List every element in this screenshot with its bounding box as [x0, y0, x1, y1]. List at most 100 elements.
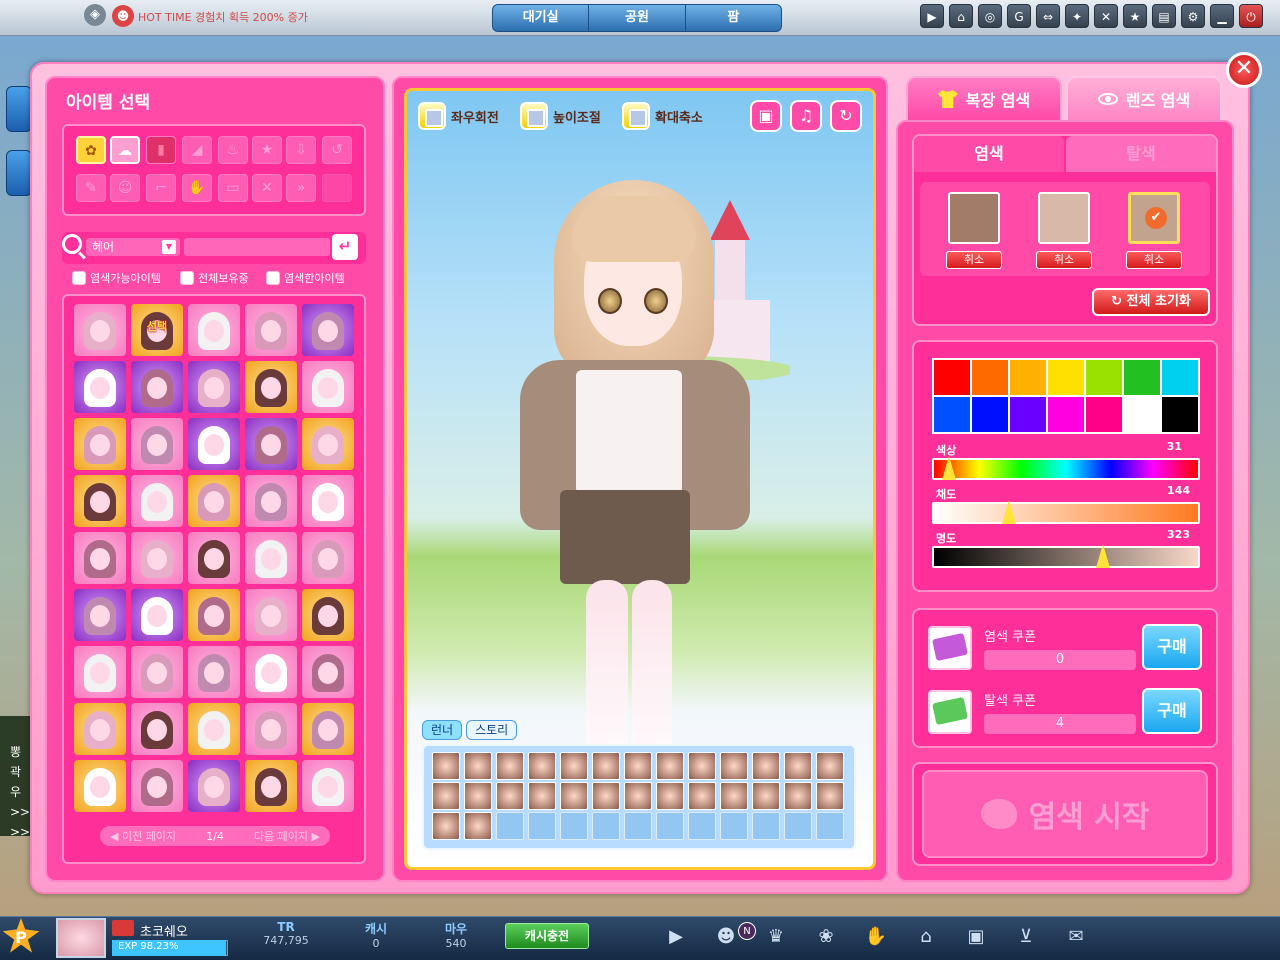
palette-color[interactable] [934, 397, 970, 432]
cancel-button-2[interactable]: 취소 [1036, 251, 1092, 269]
character-portrait[interactable] [720, 752, 748, 780]
tab-runner[interactable]: 런너 [422, 720, 463, 740]
hair-item[interactable] [245, 532, 297, 584]
character-portrait[interactable] [592, 782, 620, 810]
subtab-dye[interactable]: 염색 [914, 136, 1064, 172]
character-portrait[interactable] [656, 752, 684, 780]
minimize-icon[interactable]: ▁ [1210, 4, 1234, 28]
hair-item[interactable] [131, 418, 183, 470]
reset-all-button[interactable]: ↻ 전체 초기화 [1092, 288, 1210, 316]
palette-color[interactable] [1124, 360, 1160, 395]
character-portrait[interactable] [528, 782, 556, 810]
hair-item[interactable] [302, 532, 354, 584]
hair-item[interactable] [74, 361, 126, 413]
height-button[interactable]: 높이조절 [520, 102, 601, 130]
star-icon[interactable]: ✦ [1065, 4, 1089, 28]
power-icon[interactable]: ⏻ [1239, 4, 1263, 28]
hair-item[interactable] [302, 646, 354, 698]
rotate-button[interactable]: 좌우회전 [418, 102, 499, 130]
hair-item[interactable] [245, 475, 297, 527]
character-portrait[interactable] [528, 752, 556, 780]
friends-icon[interactable]: ☻ [712, 923, 740, 951]
close-button[interactable]: ✕ [1226, 52, 1262, 88]
character-portrait[interactable] [592, 752, 620, 780]
hair-item[interactable] [245, 760, 297, 812]
character-portrait[interactable] [816, 782, 844, 810]
character-portrait[interactable] [784, 752, 812, 780]
checkbox[interactable] [72, 271, 86, 285]
buy-dye-coupon-button[interactable]: 구매 [1142, 624, 1202, 670]
hair-item[interactable]: 선택 [131, 304, 183, 356]
hue-slider-thumb[interactable] [942, 456, 956, 480]
hair-item[interactable] [302, 304, 354, 356]
category-hair-icon[interactable]: ✿ [76, 136, 106, 164]
shop-icon[interactable]: ⌂ [949, 4, 973, 28]
hair-item[interactable] [245, 418, 297, 470]
hair-item[interactable] [188, 418, 240, 470]
reset-view-icon[interactable]: ↻ [830, 100, 862, 132]
category-accessory-icon[interactable]: ◢ [182, 136, 212, 164]
hair-item[interactable] [131, 703, 183, 755]
character-portrait[interactable] [464, 782, 492, 810]
hair-item[interactable] [74, 475, 126, 527]
hair-item[interactable] [74, 532, 126, 584]
play-circle-icon[interactable]: ▶ [662, 923, 690, 951]
hue-slider[interactable] [932, 456, 1200, 480]
hair-item[interactable] [188, 703, 240, 755]
character-portrait[interactable] [560, 782, 588, 810]
character-portrait[interactable] [496, 752, 524, 780]
character-portrait[interactable] [784, 782, 812, 810]
character-portrait[interactable] [688, 752, 716, 780]
hair-item[interactable] [74, 304, 126, 356]
cross-icon[interactable]: ✕ [1094, 4, 1118, 28]
filter-owned[interactable]: 전체보유중 [180, 270, 249, 286]
hair-item[interactable] [302, 361, 354, 413]
tab-lobby[interactable]: 대기실 [493, 5, 590, 31]
hair-item[interactable] [131, 760, 183, 812]
category-box-icon[interactable]: ▭ [218, 174, 248, 202]
hair-item[interactable] [245, 589, 297, 641]
bag-icon[interactable]: ▣ [962, 923, 990, 951]
event-star-icon[interactable]: ★ [1123, 4, 1147, 28]
gold-icon[interactable]: ◎ [978, 4, 1002, 28]
hair-item[interactable] [74, 589, 126, 641]
hair-item[interactable] [131, 589, 183, 641]
palette-color[interactable] [1124, 397, 1160, 432]
hair-item[interactable] [131, 361, 183, 413]
category-hair-selected-icon[interactable]: ☁ [110, 136, 140, 164]
tab-farm[interactable]: 팜 [686, 5, 781, 31]
category-star-icon[interactable]: ★ [252, 136, 282, 164]
hair-item[interactable] [188, 589, 240, 641]
hair-item[interactable] [245, 361, 297, 413]
hair-item[interactable] [74, 646, 126, 698]
palette-color[interactable] [1086, 360, 1122, 395]
character-portrait[interactable] [688, 782, 716, 810]
play-icon[interactable]: ▶ [920, 4, 944, 28]
category-leaf-icon[interactable]: ✎ [76, 174, 106, 202]
category-shoe-icon[interactable]: ⌐ [146, 174, 176, 202]
book-icon[interactable]: ▤ [1152, 4, 1176, 28]
brightness-slider[interactable] [932, 544, 1200, 568]
palette-color[interactable] [1162, 360, 1198, 395]
tab-park[interactable]: 공원 [589, 5, 686, 31]
hair-item[interactable] [131, 532, 183, 584]
trophy-icon[interactable]: ♛ [762, 923, 790, 951]
cancel-button-1[interactable]: 취소 [946, 251, 1002, 269]
character-portrait[interactable] [816, 752, 844, 780]
hair-item[interactable] [188, 532, 240, 584]
checkbox[interactable] [180, 271, 194, 285]
category-outfit-icon[interactable]: ▮ [146, 136, 176, 164]
shop-icon[interactable]: ⌂ [912, 923, 940, 951]
character-portrait[interactable] [752, 782, 780, 810]
hair-item[interactable] [131, 646, 183, 698]
avatar[interactable] [56, 918, 106, 958]
hair-item[interactable] [131, 475, 183, 527]
character-portrait[interactable] [432, 812, 460, 840]
hair-item[interactable] [188, 304, 240, 356]
gear-icon[interactable]: ⚙ [1181, 4, 1205, 28]
category-pet-icon[interactable]: ♨ [218, 136, 248, 164]
hair-item[interactable] [245, 646, 297, 698]
chevron-down-icon[interactable]: ▼ [162, 240, 176, 254]
hair-item[interactable] [302, 703, 354, 755]
pose-icon[interactable]: ♫ [790, 100, 822, 132]
